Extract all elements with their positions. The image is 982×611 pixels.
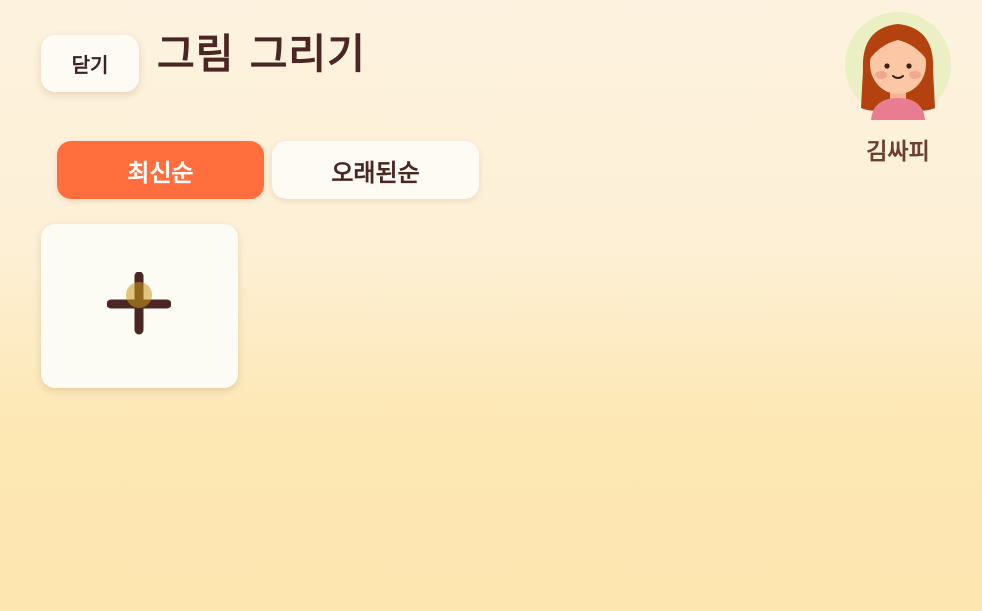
profile-name: 김싸피 (866, 139, 930, 165)
page-title: 그림 그리기 (157, 30, 366, 78)
user-profile[interactable]: 김싸피 (840, 10, 956, 166)
sort-tab-oldest[interactable]: 오래된순 (272, 141, 479, 199)
sort-tabs: 최신순 오래된순 (57, 141, 479, 199)
sort-tab-newest[interactable]: 최신순 (57, 141, 264, 199)
plus-icon (107, 272, 171, 335)
avatar (845, 12, 951, 120)
close-button[interactable]: 닫기 (41, 35, 139, 92)
add-drawing-card[interactable] (41, 224, 238, 388)
